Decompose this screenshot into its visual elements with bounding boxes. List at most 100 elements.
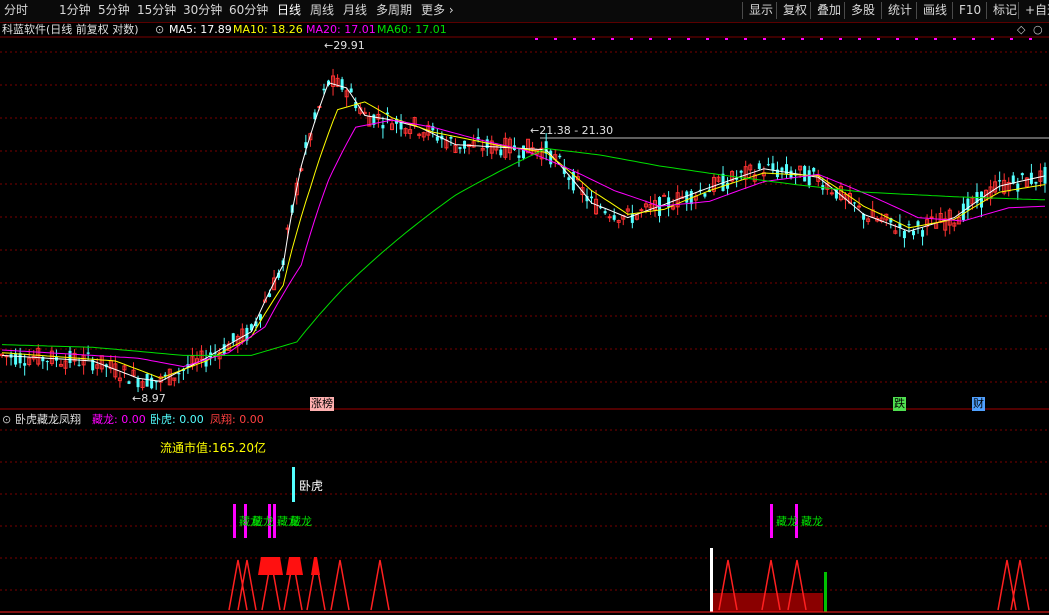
signal-dot [934, 38, 937, 40]
candle-body [603, 211, 607, 214]
signal-dot [953, 38, 956, 40]
candle-body [349, 88, 353, 93]
signal-dot [915, 38, 918, 40]
candle-body [907, 224, 911, 226]
signal-dot [839, 38, 842, 40]
candle-body [766, 164, 770, 166]
low-price-value: 8.97 [141, 392, 166, 405]
canglong-signal-label: 藏龙 [252, 515, 274, 528]
ma5-value: MA5: 17.89 [169, 23, 232, 36]
range-value: 21.38 - 21.30 [539, 124, 614, 137]
candle-body [1034, 181, 1038, 184]
candle-body [18, 353, 22, 364]
candle-body [771, 163, 775, 171]
candle-body [911, 230, 915, 236]
ma-line-ma5 [1, 82, 1046, 382]
range-label: ←21.38 - 21.30 [530, 124, 614, 137]
indicator-name: 卧虎藏龙凤翔 [15, 413, 81, 426]
candle-body [136, 378, 140, 388]
fengxiang-spike [370, 559, 390, 611]
candle-body [449, 137, 453, 139]
kline-chart[interactable] [0, 0, 1049, 615]
event-marker-die[interactable]: 跌 [893, 397, 906, 411]
wohu-signal-bar [292, 467, 295, 502]
candle-body [77, 364, 81, 366]
signal-dot [972, 38, 975, 40]
candle-body [857, 205, 862, 208]
high-price-label: ←29.91 [324, 39, 365, 52]
candle-body [381, 125, 385, 129]
candle-body [68, 350, 72, 363]
ma60-value: MA60: 17.01 [377, 23, 447, 36]
candle-body [340, 79, 344, 90]
candle-body [127, 381, 131, 384]
candle-body [739, 170, 743, 173]
signal-dot [1010, 38, 1013, 40]
fengxiang-spike [237, 559, 257, 611]
signal-dot [896, 38, 899, 40]
candle-body [630, 213, 634, 223]
candle-body [86, 352, 90, 354]
signal-dot [820, 38, 823, 40]
event-marker-zhangbang[interactable]: 涨榜 [310, 397, 334, 411]
candle-body [517, 155, 521, 158]
signal-dot [744, 38, 747, 40]
candle-body [853, 202, 857, 204]
candle-body [1020, 173, 1024, 176]
candle-body [231, 333, 235, 342]
canglong-signal-bar [770, 504, 773, 538]
high-price-value: 29.91 [333, 39, 365, 52]
fengxiang-value: 凤翔: 0.00 [210, 413, 264, 426]
candle-body [1016, 183, 1020, 192]
diamond-icon[interactable]: ◇ [1017, 23, 1025, 37]
fengxiang-plateau [286, 557, 303, 575]
wohu-signal-label: 卧虎 [299, 479, 324, 493]
sub-panel-gear-icon[interactable]: ⊙ [2, 413, 11, 427]
canglong-signal-label: 藏龙 [801, 515, 823, 528]
green-signal-bar [824, 572, 827, 612]
signal-dot [858, 38, 861, 40]
stock-label: 科蓝软件(日线 前复权 对数) [2, 23, 139, 36]
signal-dot [630, 38, 633, 40]
signal-dot [611, 38, 614, 40]
candle-body [14, 353, 18, 365]
canglong-value: 藏龙: 0.00 [92, 413, 146, 426]
candle-body [829, 192, 834, 195]
ma-line-ma10 [1, 101, 1046, 379]
event-marker-cai[interactable]: 财 [972, 397, 985, 411]
candle-body [685, 191, 689, 203]
canglong-signal-label: 藏龙 [776, 515, 798, 528]
fengxiang-spike [228, 559, 248, 611]
signal-dot [991, 38, 994, 40]
candle-body [726, 182, 730, 189]
candle-body [567, 177, 571, 181]
fengxiang-plateau [311, 557, 320, 575]
signal-dot [1029, 38, 1032, 40]
fengxiang-plateau [258, 557, 283, 575]
signal-dot [554, 38, 557, 40]
fengxiang-spike [330, 559, 350, 611]
candle-body [45, 361, 49, 363]
fengxiang-spike [1010, 559, 1030, 611]
ma10-value: MA10: 18.26 [233, 23, 303, 36]
signal-dot [592, 38, 595, 40]
signal-dot [687, 38, 690, 40]
candle-body [150, 377, 154, 389]
candle-body [757, 163, 761, 169]
candle-body [1043, 167, 1047, 184]
candle-body [23, 363, 27, 366]
candle-body [612, 215, 616, 220]
candle-body [812, 167, 816, 172]
candle-body [780, 167, 784, 171]
market-cap: 流通市值:165.20亿 [160, 441, 267, 455]
candle-body [921, 230, 925, 237]
signal-dot [573, 38, 576, 40]
candle-body [929, 216, 934, 219]
ma20-value: MA20: 17.01 [306, 23, 376, 36]
canglong-signal-bar [233, 504, 236, 538]
settings-circle-icon[interactable]: ⊙ [155, 23, 164, 37]
candle-body [902, 230, 906, 239]
white-signal-bar [710, 548, 713, 612]
signal-dot [725, 38, 728, 40]
expand-circle-icon[interactable]: ○ [1033, 23, 1043, 37]
